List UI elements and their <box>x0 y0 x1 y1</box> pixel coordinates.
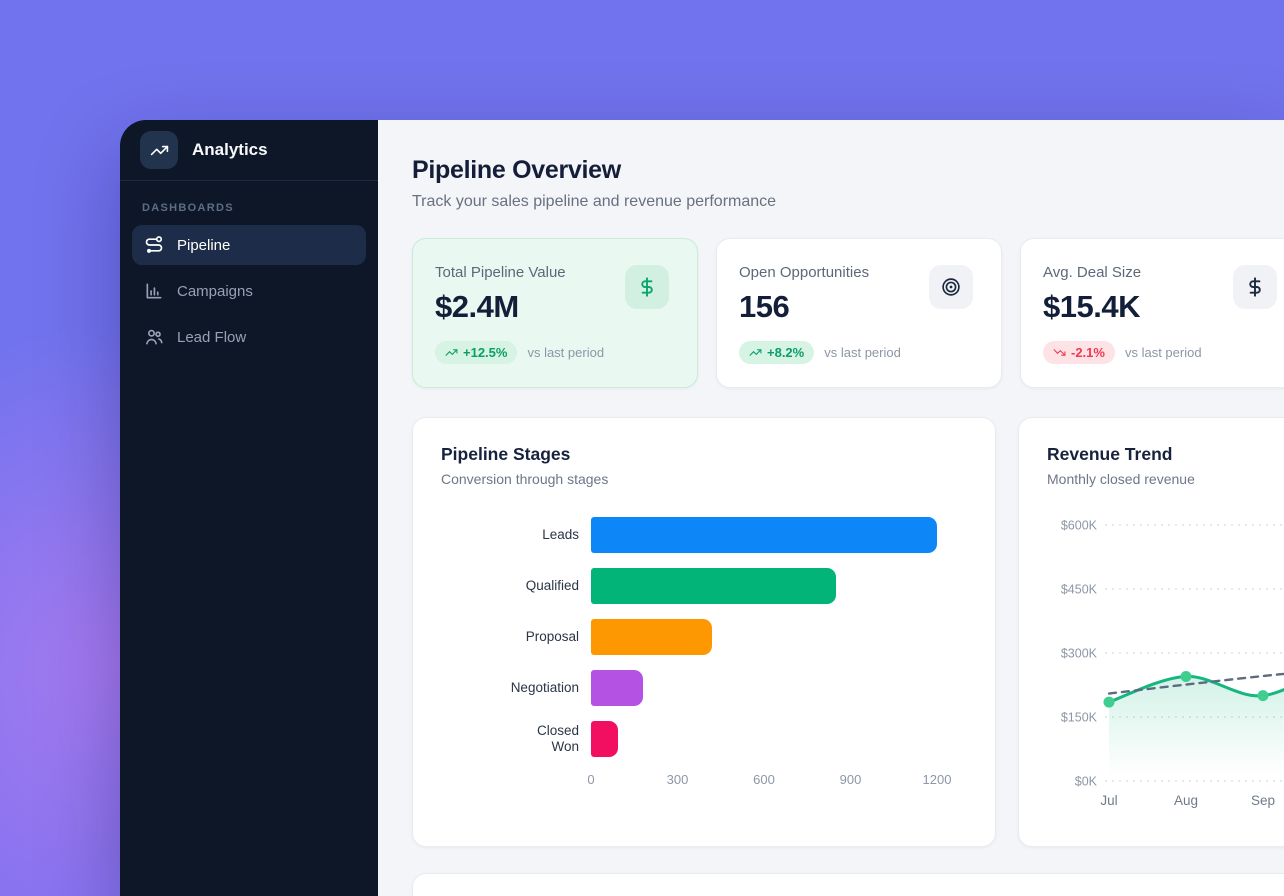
y-tick-label: $300K <box>1061 647 1098 661</box>
delta-badge: +12.5% <box>435 341 517 364</box>
kpi-delta-row: +12.5% vs last period <box>435 341 675 364</box>
sidebar-nav: Pipeline Campaigns Lead Flow <box>120 225 378 363</box>
delta-note: vs last period <box>527 345 604 360</box>
sidebar-item-campaigns[interactable]: Campaigns <box>132 271 366 311</box>
pipeline-stages-card: Pipeline Stages Conversion through stage… <box>412 417 996 847</box>
route-icon <box>144 235 164 255</box>
bar-label: Closed Won <box>441 723 591 755</box>
dollar-icon <box>1233 265 1277 309</box>
page-subtitle: Track your sales pipeline and revenue pe… <box>412 193 1284 211</box>
sidebar-item-pipeline[interactable]: Pipeline <box>132 225 366 265</box>
page-title: Pipeline Overview <box>412 156 1284 185</box>
data-point-jul[interactable] <box>1104 697 1115 708</box>
bar-row-proposal: Proposal <box>441 619 967 655</box>
kpi-card-open-opportunities: Open Opportunities156+8.2%vs last period <box>716 238 1002 388</box>
target-icon <box>929 265 973 309</box>
dollar-icon <box>625 265 669 309</box>
revenue-trend-card: Revenue Trend Monthly closed revenue $0K… <box>1018 417 1284 847</box>
bar-track <box>591 619 937 655</box>
sidebar-section-label: DASHBOARDS <box>120 181 378 225</box>
bar-track <box>591 517 937 553</box>
bar-label: Leads <box>441 527 591 543</box>
app-window: Analytics DASHBOARDS Pipeline Campaigns Le… <box>120 120 1284 896</box>
x-tick-label: 1200 <box>923 772 952 787</box>
revenue-trend-chart: $0K $150K $300K $450K $600K Jul Aug Sep <box>1047 497 1284 815</box>
bar-label: Proposal <box>441 629 591 645</box>
x-tick-label: Jul <box>1100 793 1117 808</box>
bar-track <box>591 721 937 757</box>
y-tick-label: $0K <box>1075 775 1098 789</box>
bar-row-qualified: Qualified <box>441 568 967 604</box>
x-tick-label: 900 <box>840 772 862 787</box>
delta-value: +8.2% <box>767 345 804 360</box>
bar-label: Qualified <box>441 578 591 594</box>
bar-proposal[interactable] <box>591 619 712 655</box>
trending-up-icon <box>749 346 762 359</box>
delta-value: +12.5% <box>463 345 507 360</box>
pipeline-stages-chart: Leads Qualified Proposal Negotiation Closed … <box>441 517 967 792</box>
chart-subtitle: Monthly closed revenue <box>1047 471 1284 487</box>
bar-leads[interactable] <box>591 517 937 553</box>
sidebar-item-label: Lead Flow <box>177 329 246 346</box>
trending-down-icon <box>1053 346 1066 359</box>
bar-x-axis: 03006009001200 <box>591 772 937 792</box>
delta-value: -2.1% <box>1071 345 1105 360</box>
x-tick-label: Sep <box>1251 793 1275 808</box>
kpi-delta-row: +8.2% vs last period <box>739 341 979 364</box>
x-tick-label: 0 <box>587 772 594 787</box>
bar-label: Negotiation <box>441 680 591 696</box>
sidebar-item-lead-flow[interactable]: Lead Flow <box>132 317 366 357</box>
brand-title: Analytics <box>192 140 268 160</box>
sidebar-item-label: Pipeline <box>177 237 230 254</box>
chart-title: Pipeline Stages <box>441 444 967 465</box>
partial-bottom-card <box>412 873 1284 896</box>
delta-badge: +8.2% <box>739 341 814 364</box>
bar-track <box>591 568 937 604</box>
x-tick-label: 300 <box>667 772 689 787</box>
y-tick-label: $450K <box>1061 583 1098 597</box>
bar-row-negotiation: Negotiation <box>441 670 967 706</box>
delta-note: vs last period <box>824 345 901 360</box>
sidebar-header: Analytics <box>120 120 378 181</box>
kpi-card-total-pipeline-value: Total Pipeline Value$2.4M+12.5%vs last p… <box>412 238 698 388</box>
chart-subtitle: Conversion through stages <box>441 471 967 487</box>
y-tick-label: $150K <box>1061 711 1098 725</box>
users-icon <box>144 327 164 347</box>
delta-note: vs last period <box>1125 345 1202 360</box>
bar-negotiation[interactable] <box>591 670 643 706</box>
bar-track <box>591 670 937 706</box>
trending-up-icon <box>140 131 178 169</box>
x-tick-label: 600 <box>753 772 775 787</box>
chart-title: Revenue Trend <box>1047 444 1284 465</box>
sidebar: Analytics DASHBOARDS Pipeline Campaigns Le… <box>120 120 378 896</box>
bar-closed-won[interactable] <box>591 721 618 757</box>
bar-row-leads: Leads <box>441 517 967 553</box>
line-chart-svg: $0K $150K $300K $450K $600K Jul Aug Sep <box>1047 497 1284 815</box>
bar-chart-icon <box>144 281 164 301</box>
trending-up-icon <box>445 346 458 359</box>
main-content[interactable]: Pipeline Overview Track your sales pipel… <box>378 120 1284 896</box>
delta-badge: -2.1% <box>1043 341 1115 364</box>
data-point-aug[interactable] <box>1181 671 1192 682</box>
kpi-row: Total Pipeline Value$2.4M+12.5%vs last p… <box>412 238 1284 388</box>
sidebar-item-label: Campaigns <box>177 283 253 300</box>
x-tick-label: Aug <box>1174 793 1198 808</box>
data-point-sep[interactable] <box>1258 690 1269 701</box>
bar-qualified[interactable] <box>591 568 836 604</box>
kpi-delta-row: -2.1% vs last period <box>1043 341 1283 364</box>
charts-row: Pipeline Stages Conversion through stage… <box>412 417 1284 847</box>
kpi-card-avg-deal-size: Avg. Deal Size$15.4K-2.1%vs last period <box>1020 238 1284 388</box>
y-tick-label: $600K <box>1061 519 1098 533</box>
bar-row-closed-won: Closed Won <box>441 721 967 757</box>
